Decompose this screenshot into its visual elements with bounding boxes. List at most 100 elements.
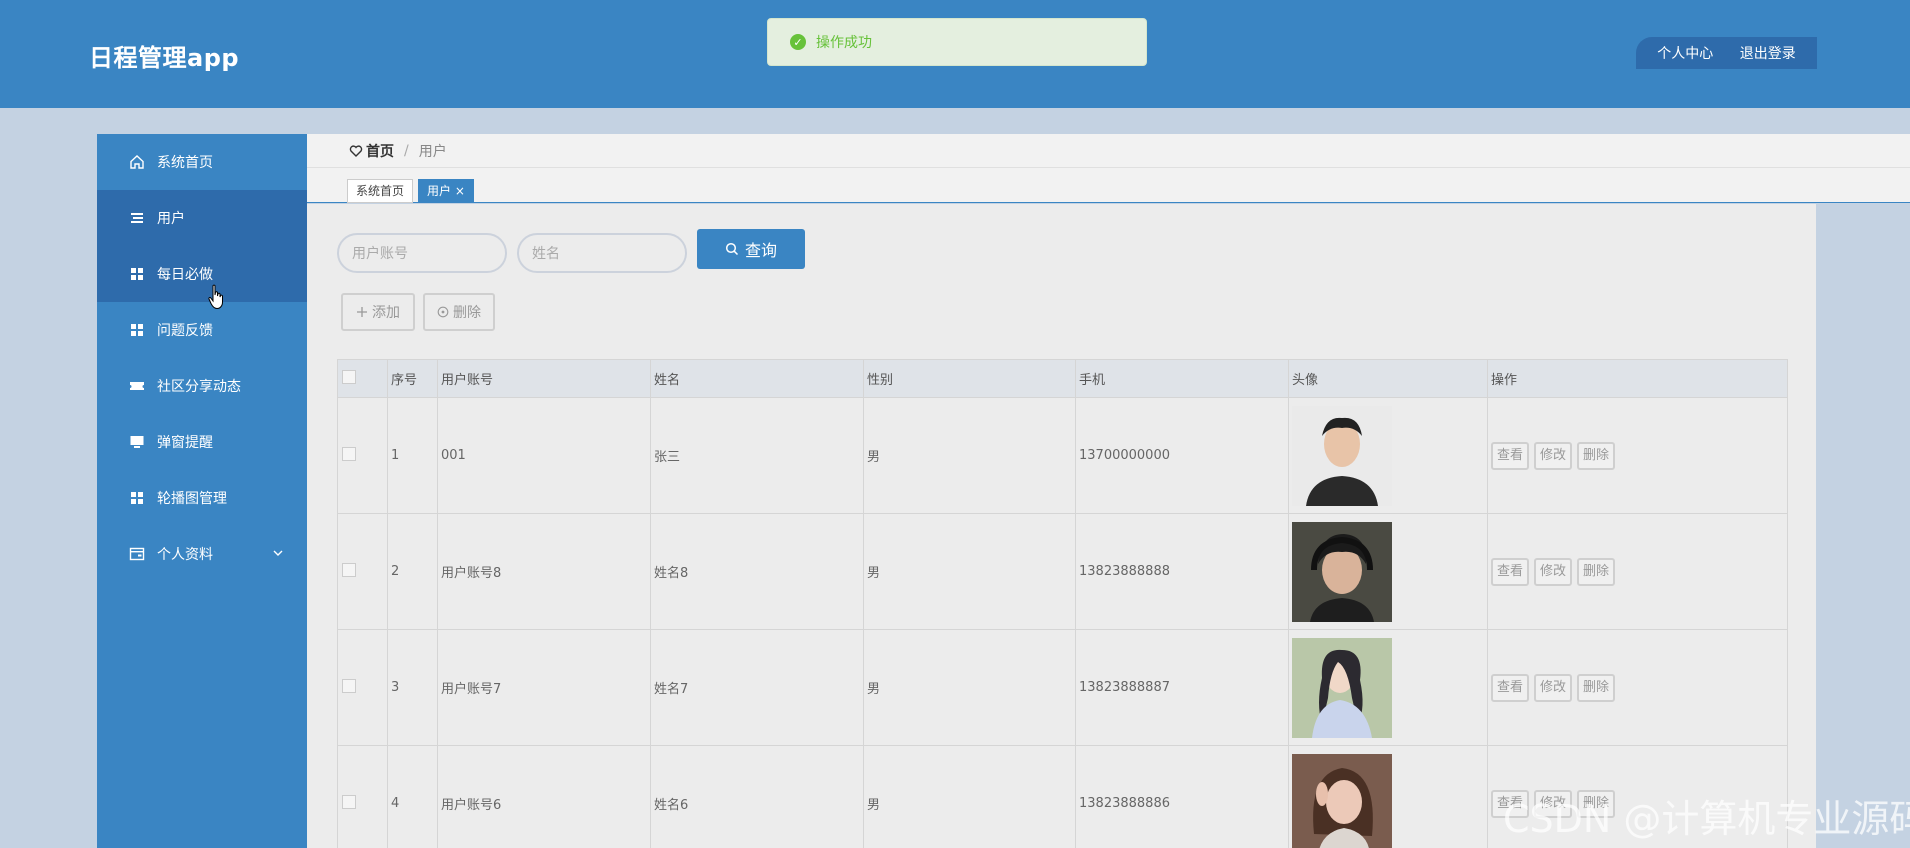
phone-cell: 13823888886 — [1075, 745, 1289, 848]
column-header: 性别 — [863, 359, 1076, 398]
home-icon — [129, 154, 145, 170]
delete-button-label: 删除 — [453, 305, 481, 321]
row-delete-button[interactable]: 删除 — [1577, 673, 1616, 702]
sidebar-item-popup-reminder[interactable]: 弹窗提醒 — [97, 414, 307, 470]
account-cell: 用户账号6 — [437, 745, 651, 848]
avatar — [1292, 753, 1392, 848]
breadcrumb-current: 用户 — [418, 143, 447, 160]
index-cell: 2 — [387, 513, 438, 630]
phone-cell: 13700000000 — [1075, 397, 1289, 514]
view-button[interactable]: 查看 — [1491, 557, 1530, 586]
actions-cell: 查看 修改 删除 — [1487, 513, 1788, 630]
chevron-down-icon — [271, 546, 285, 560]
name-cell: 姓名7 — [650, 629, 864, 746]
user-nav: 个人中心 退出登录 — [1636, 37, 1817, 69]
table-header-row: 序号 用户账号 姓名 性别 手机 头像 操作 — [337, 359, 1788, 398]
heart-icon — [349, 144, 363, 158]
tab-users[interactable]: 用户 × — [418, 179, 474, 203]
avatar-cell — [1288, 629, 1488, 746]
view-button[interactable]: 查看 — [1491, 673, 1530, 702]
index-cell: 1 — [387, 397, 438, 514]
sidebar-item-daily-tasks[interactable]: 每日必做 — [97, 246, 307, 302]
app-title: 日程管理app — [89, 44, 240, 72]
edit-button[interactable]: 修改 — [1534, 557, 1573, 586]
row-checkbox[interactable] — [342, 678, 356, 693]
edit-button[interactable]: 修改 — [1534, 673, 1573, 702]
sidebar-item-label: 系统首页 — [157, 155, 213, 171]
account-cell: 用户账号7 — [437, 629, 651, 746]
grid-icon — [129, 266, 145, 282]
sidebar-item-label: 用户 — [157, 211, 185, 227]
sidebar-item-users[interactable]: 用户 — [97, 190, 307, 246]
search-icon — [725, 242, 739, 256]
grid-icon — [129, 490, 145, 506]
avatar — [1292, 637, 1392, 738]
account-cell: 用户账号8 — [437, 513, 651, 630]
monitor-icon — [129, 434, 145, 450]
name-cell: 姓名8 — [650, 513, 864, 630]
logout-link[interactable]: 退出登录 — [1740, 43, 1796, 63]
profile-link[interactable]: 个人中心 — [1657, 43, 1713, 63]
add-button[interactable]: 添加 — [341, 293, 415, 331]
name-cell: 姓名6 — [650, 745, 864, 848]
ticket-icon — [129, 378, 145, 394]
account-cell: 001 — [437, 397, 651, 514]
row-select-cell — [337, 397, 388, 514]
row-delete-button[interactable]: 删除 — [1577, 557, 1616, 586]
view-button[interactable]: 查看 — [1491, 441, 1530, 470]
account-search-input[interactable]: 用户账号 — [337, 233, 507, 273]
success-toast: ✓ 操作成功 — [767, 18, 1147, 66]
query-button-label: 查询 — [744, 241, 777, 260]
gender-cell: 男 — [863, 397, 1076, 514]
row-select-cell — [337, 513, 388, 630]
sidebar-item-label: 社区分享动态 — [157, 379, 241, 395]
tabs-bar — [307, 168, 1910, 203]
row-checkbox[interactable] — [342, 446, 356, 461]
sidebar-item-home[interactable]: 系统首页 — [97, 134, 307, 190]
row-checkbox[interactable] — [342, 562, 356, 577]
gender-cell: 男 — [863, 513, 1076, 630]
list-icon — [129, 210, 145, 226]
gender-cell: 男 — [863, 745, 1076, 848]
index-cell: 3 — [387, 629, 438, 746]
sidebar-item-profile[interactable]: 个人资料 — [97, 526, 307, 582]
add-button-label: 添加 — [372, 305, 400, 321]
sidebar-item-label: 弹窗提醒 — [157, 435, 213, 451]
sidebar-item-carousel[interactable]: 轮播图管理 — [97, 470, 307, 526]
tab-home[interactable]: 系统首页 — [347, 179, 414, 203]
main-area: 首页 / 用户 系统首页 用户 × 用户账号 姓名 查询 添加 删除 序号 用户… — [307, 134, 1910, 848]
edit-button[interactable]: 修改 — [1534, 441, 1573, 470]
row-select-cell — [337, 629, 388, 746]
card-icon — [129, 546, 145, 562]
column-header: 姓名 — [650, 359, 864, 398]
avatar-cell — [1288, 397, 1488, 514]
avatar-cell — [1288, 513, 1488, 630]
row-delete-button[interactable]: 删除 — [1577, 441, 1616, 470]
query-button[interactable]: 查询 — [697, 229, 805, 269]
sidebar-item-community[interactable]: 社区分享动态 — [97, 358, 307, 414]
column-header: 头像 — [1288, 359, 1488, 398]
sidebar-item-label: 问题反馈 — [157, 323, 213, 339]
remove-circle-icon — [437, 306, 449, 318]
breadcrumb-home[interactable]: 首页 — [349, 141, 394, 161]
delete-button[interactable]: 删除 — [423, 293, 495, 331]
select-all-checkbox[interactable] — [342, 369, 356, 384]
phone-cell: 13823888887 — [1075, 629, 1289, 746]
table-row: 2 用户账号8 姓名8 男 13823888888 查看 修改 删除 — [337, 513, 1788, 630]
phone-cell: 13823888888 — [1075, 513, 1289, 630]
row-checkbox[interactable] — [342, 794, 356, 809]
name-cell: 张三 — [650, 397, 864, 514]
column-header: 手机 — [1075, 359, 1289, 398]
avatar — [1292, 405, 1392, 506]
toast-message: 操作成功 — [816, 35, 872, 51]
hand-cursor-icon — [208, 284, 226, 310]
avatar-cell — [1288, 745, 1488, 848]
sidebar: 系统首页 用户 每日必做 问题反馈 社区分享动态 弹窗提醒 轮播图管理 个人资料 — [97, 134, 307, 848]
column-header: 操作 — [1487, 359, 1788, 398]
name-search-input[interactable]: 姓名 — [517, 233, 687, 273]
actions-cell: 查看 修改 删除 — [1487, 397, 1788, 514]
sidebar-item-feedback[interactable]: 问题反馈 — [97, 302, 307, 358]
plus-icon — [356, 306, 368, 318]
breadcrumb-separator: / — [404, 142, 409, 159]
check-circle-icon: ✓ — [790, 34, 806, 50]
